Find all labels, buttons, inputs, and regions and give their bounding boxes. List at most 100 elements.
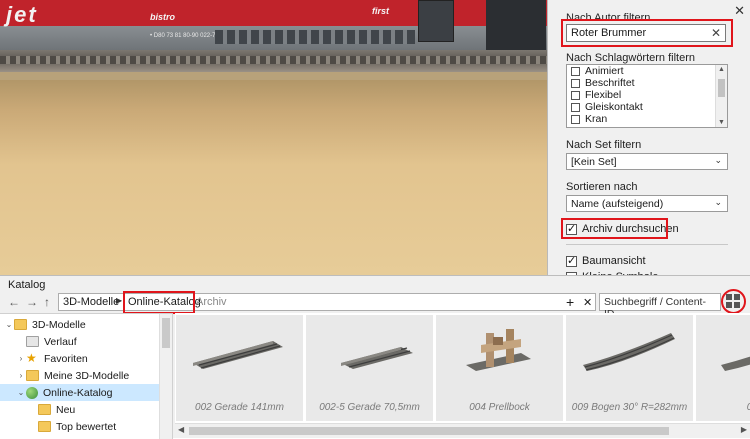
expand-right-icon[interactable]: ›	[16, 354, 26, 363]
tree-item[interactable]: › ★ Favoriten	[0, 350, 172, 367]
tree-item-label: 3D-Modelle	[32, 318, 86, 331]
tree-scroll-thumb[interactable]	[162, 318, 170, 348]
chevron-down-icon: ⌄	[714, 155, 722, 165]
catalog-item-tile[interactable]: 009-2	[696, 315, 750, 421]
sort-select[interactable]: Name (aufsteigend) ⌄	[566, 195, 728, 212]
catalog-item-caption: 009 Bogen 30° R=282mm	[571, 402, 688, 413]
catalog-item-caption: 002 Gerade 141mm	[195, 402, 284, 413]
keyword-checkbox[interactable]	[571, 114, 580, 124]
scroll-up-icon[interactable]: ▲	[718, 66, 725, 73]
chevron-down-icon: ⌄	[714, 197, 722, 207]
new-icon	[38, 404, 51, 415]
catalog-item-tile[interactable]: 002 Gerade 141mm	[176, 315, 303, 421]
scroll-down-icon[interactable]: ▼	[718, 119, 725, 126]
tree-view-checkbox-box[interactable]	[566, 254, 577, 267]
star-icon: ★	[26, 351, 37, 365]
tree-item[interactable]: ⌄ Online-Katalog	[0, 384, 172, 401]
track-ballast	[0, 72, 560, 80]
filter-panel: ✕ Nach Autor filtern Roter Brummer ✕ Nac…	[547, 0, 750, 290]
keyword-checkbox[interactable]	[571, 90, 580, 100]
keyword-option[interactable]: Kran	[567, 113, 727, 125]
keyword-checkbox[interactable]	[571, 102, 580, 112]
keywords-list[interactable]: Animiert Beschriftet Flexibel Gleiskontakt K…	[566, 64, 728, 128]
tree-item[interactable]: Top bewertet	[0, 418, 172, 435]
keywords-filter-label: Nach Schlagwörtern filtern	[566, 52, 696, 64]
keyword-option[interactable]: Animiert	[567, 65, 727, 77]
tree-item[interactable]: Neu	[0, 401, 172, 418]
keyword-label: Kran	[585, 113, 608, 125]
folder-icon	[26, 370, 39, 381]
tree-scrollbar[interactable]	[159, 314, 172, 439]
items-horizontal-scrollbar[interactable]: ◀ ▶	[175, 423, 750, 438]
keyword-label: Beschriftet	[585, 77, 635, 89]
search-input[interactable]: Suchbegriff / Content-ID	[599, 293, 721, 320]
forward-arrow-icon[interactable]: →	[26, 295, 38, 309]
folder-icon	[14, 319, 27, 330]
breadcrumb-item[interactable]: 3D-Modelle	[63, 296, 119, 308]
tree-item[interactable]: › Meine 3D-Modelle	[0, 367, 172, 384]
scroll-thumb[interactable]	[718, 79, 725, 97]
train-door	[418, 0, 454, 42]
train-logo-text: jet	[6, 2, 38, 27]
catalog-item-caption: 009-2	[696, 402, 750, 413]
breadcrumb-separator-icon: ▶	[116, 296, 123, 305]
new-icon	[38, 421, 51, 432]
set-filter-select[interactable]: [Kein Set] ⌄	[566, 153, 728, 170]
keyword-label: Flexibel	[585, 89, 622, 101]
close-icon[interactable]: ✕	[734, 3, 745, 19]
tree-view-checkbox[interactable]: Baumansicht	[566, 254, 646, 267]
train-label-bistro: bistro	[150, 12, 176, 22]
keyword-option[interactable]: Flexibel	[567, 89, 727, 101]
keyword-checkbox[interactable]	[571, 66, 580, 76]
keyword-label: Gleiskontakt	[585, 101, 643, 113]
up-arrow-icon[interactable]: ↑	[44, 295, 50, 309]
keyword-option[interactable]: Gleiskontakt	[567, 101, 727, 113]
tree-item[interactable]: Verlauf	[0, 333, 172, 350]
keyword-label: Animiert	[585, 65, 624, 77]
history-icon	[26, 336, 39, 347]
highlight-online-catalog	[123, 291, 195, 314]
keyword-checkbox[interactable]	[571, 78, 580, 88]
clear-icon[interactable]: ✕	[583, 296, 592, 309]
tree-item-label: Neu	[56, 403, 76, 416]
train-label-first: first	[372, 6, 390, 16]
highlight-grid-view	[721, 289, 746, 314]
tree-item-label: Online-Katalog	[43, 386, 113, 399]
back-arrow-icon[interactable]: ←	[8, 295, 20, 309]
train-coupling	[486, 0, 546, 50]
tree-view-label: Baumansicht	[582, 255, 646, 267]
rail-track	[0, 50, 560, 72]
tree-item-label: Top bewertet	[56, 420, 117, 433]
scroll-left-icon[interactable]: ◀	[178, 425, 184, 434]
sort-label: Sortieren nach	[566, 181, 638, 193]
sort-value: Name (aufsteigend)	[571, 198, 664, 210]
tree-item[interactable]: ⌄ 3D-Modelle	[0, 316, 163, 333]
tree-item-label: Verlauf	[44, 335, 77, 348]
keyword-option[interactable]: Beschriftet	[567, 77, 727, 89]
separator	[566, 244, 728, 245]
catalog-item-tile[interactable]: 002-5 Gerade 70,5mm	[306, 315, 433, 421]
catalog-item-tile[interactable]: 009 Bogen 30° R=282mm	[566, 315, 693, 421]
tree-item-label: Favoriten	[44, 352, 88, 365]
set-filter-value: [Kein Set]	[571, 156, 617, 168]
items-scroll-thumb[interactable]	[189, 427, 669, 435]
catalog-item-tile[interactable]: 004 Prellbock	[436, 315, 563, 421]
expand-right-icon[interactable]: ›	[16, 371, 26, 380]
tree-item-label: Meine 3D-Modelle	[44, 369, 130, 382]
catalog-item-caption: 004 Prellbock	[469, 402, 530, 413]
highlight-author	[561, 19, 733, 47]
train-model: jet bistro first • D80 73 81 80-90 022-7…	[0, 0, 560, 50]
catalog-items: 002 Gerade 141mm 002-5 Gerade 70,5mm 004 P…	[175, 313, 750, 423]
catalog-tree[interactable]: ⌄ 3D-Modelle Verlauf › ★ Favoriten › Meine 3D-M…	[0, 313, 173, 439]
breadcrumb-item[interactable]: Archiv	[196, 296, 227, 308]
train-red-band: jet	[0, 0, 560, 27]
catalog-item-caption: 002-5 Gerade 70,5mm	[319, 402, 420, 413]
scroll-right-icon[interactable]: ▶	[741, 425, 747, 434]
expand-down-icon[interactable]: ⌄	[16, 388, 26, 397]
catalog-title: Katalog	[8, 279, 46, 291]
expand-down-icon[interactable]: ⌄	[4, 320, 14, 329]
keywords-scrollbar[interactable]: ▲ ▼	[715, 65, 727, 127]
highlight-archive	[561, 218, 668, 239]
train-vents	[215, 30, 415, 44]
add-icon[interactable]: +	[566, 294, 574, 310]
